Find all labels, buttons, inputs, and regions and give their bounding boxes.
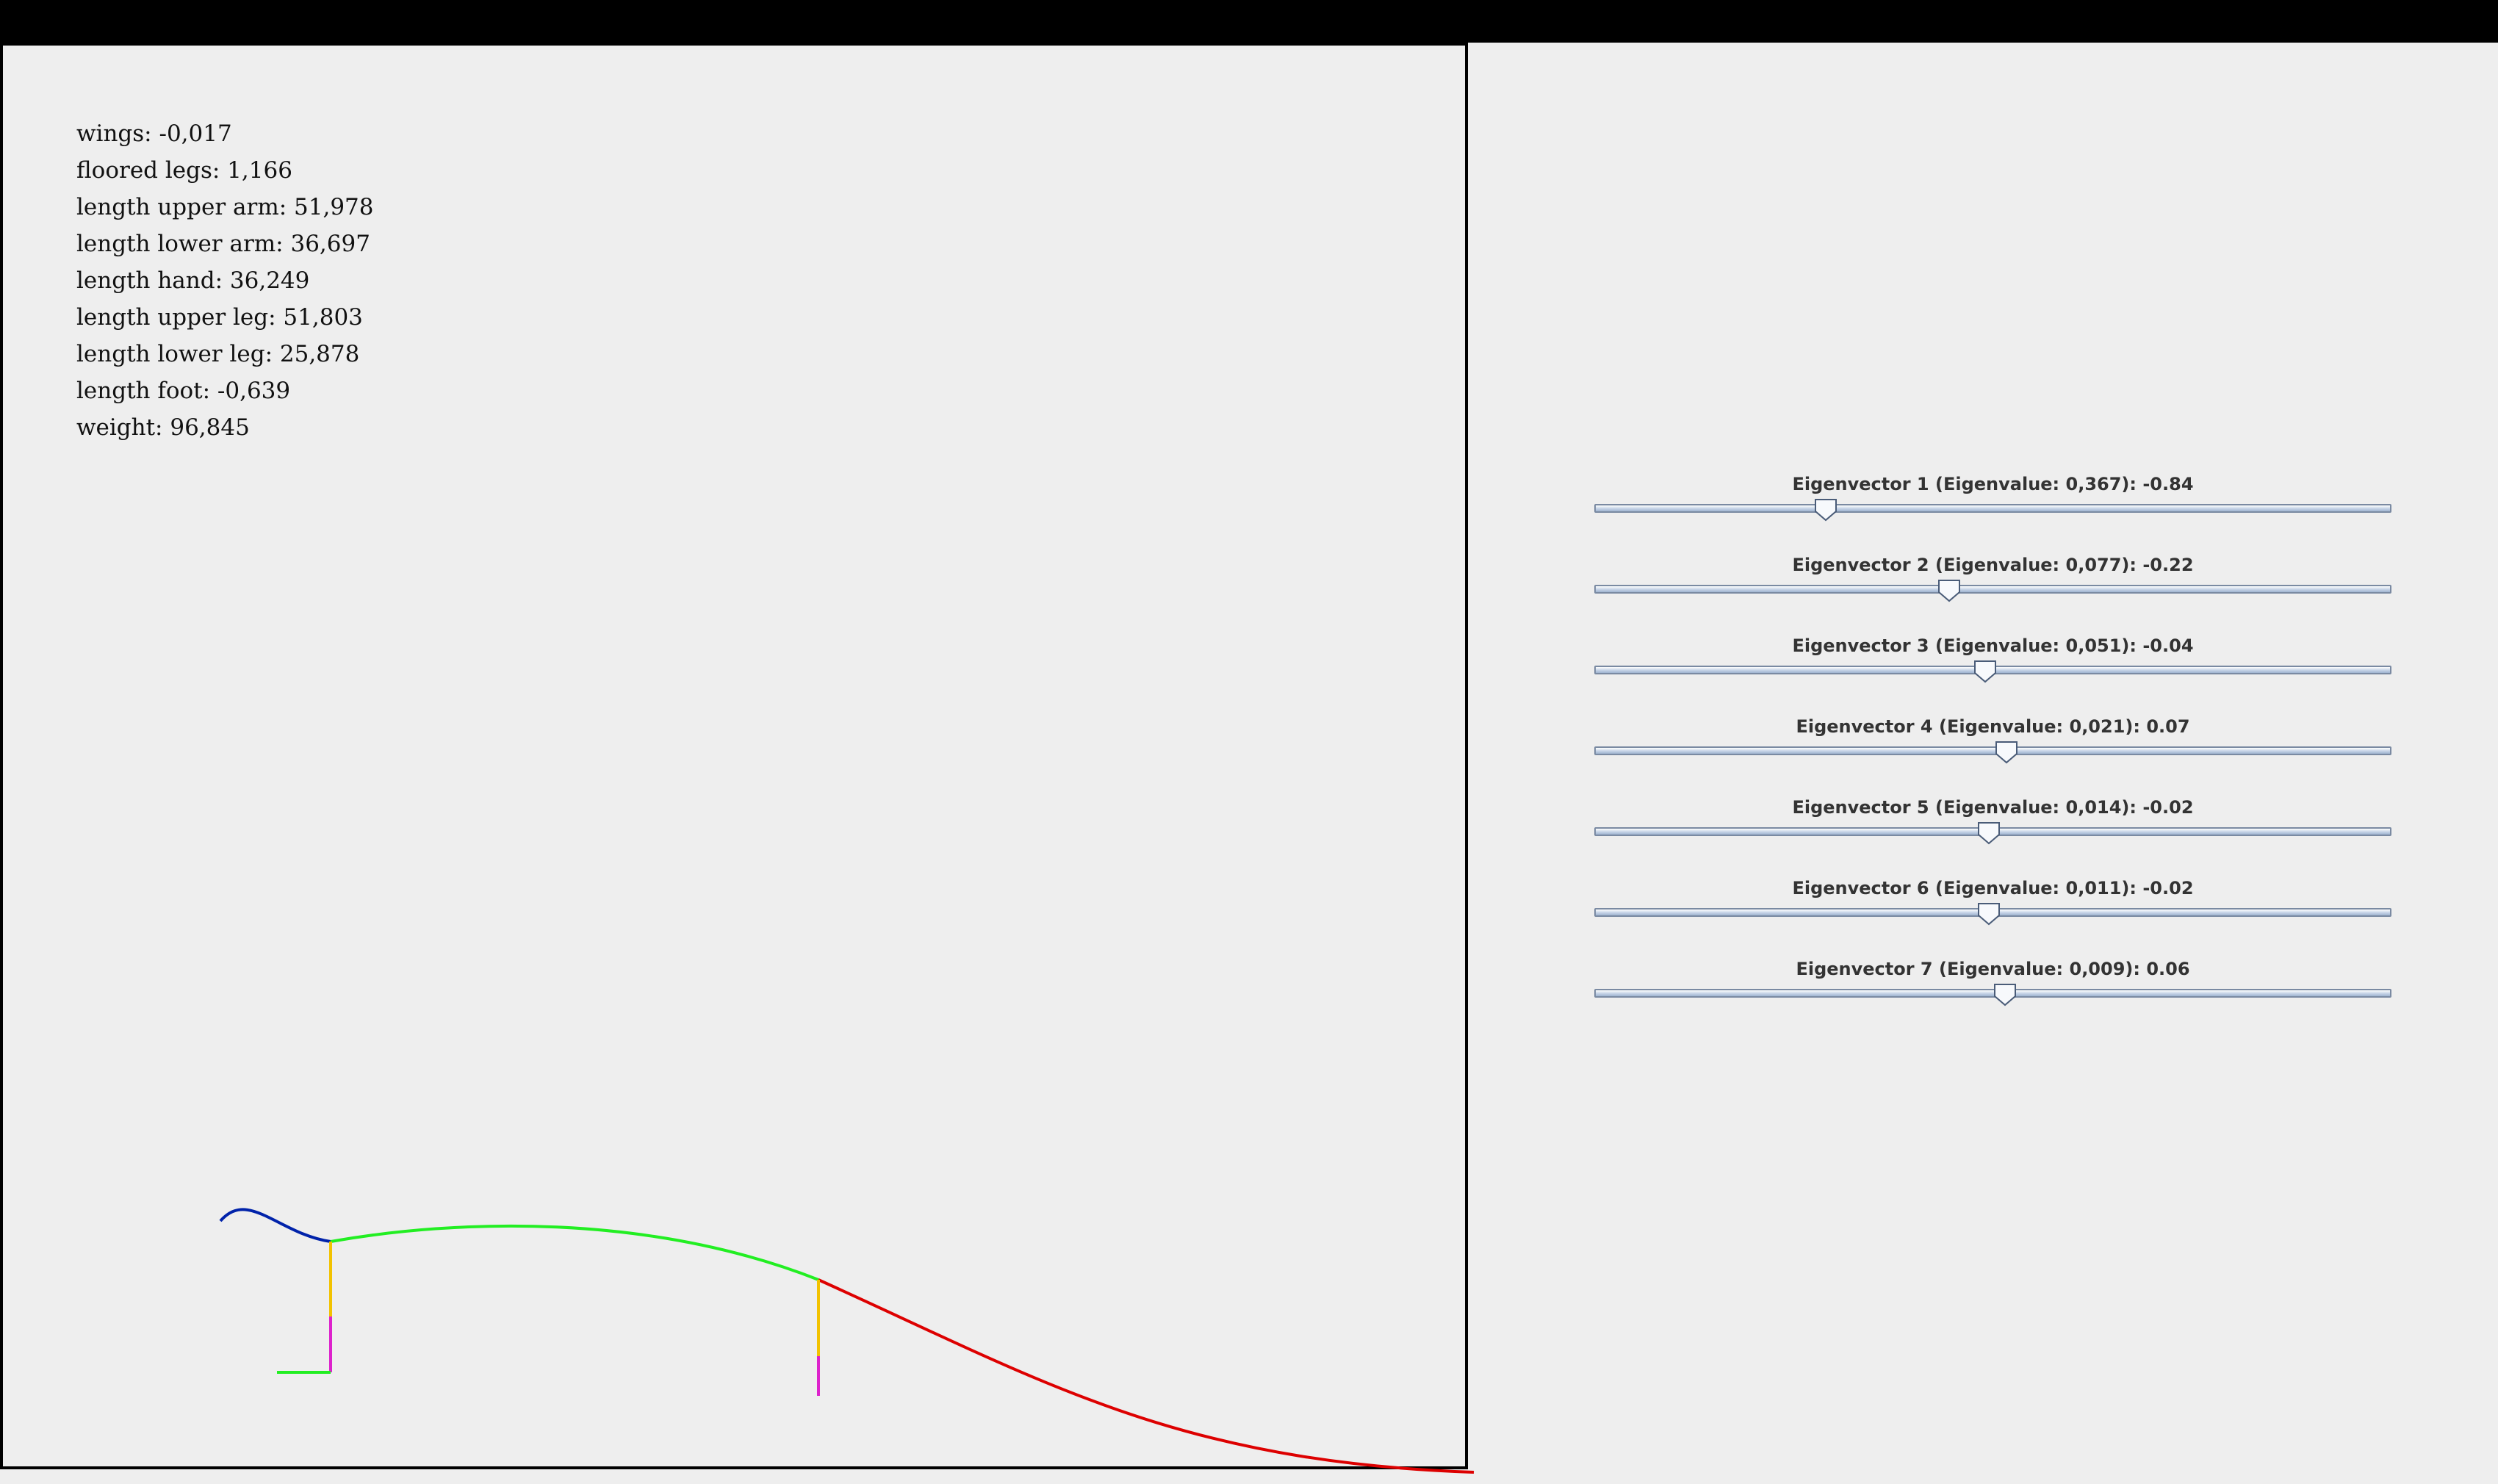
slider-track[interactable] [1594,504,2391,513]
slider-label: Eigenvector 4 (Eigenvalue: 0,021): 0.07 [1796,716,2190,737]
slider-row-eigenvector-6: Eigenvector 6 (Eigenvalue: 0,011): -0.02 [1594,877,2391,958]
stat-floored-legs: floored legs: 1,166 [76,157,292,184]
slider-row-eigenvector-5: Eigenvector 5 (Eigenvalue: 0,014): -0.02 [1594,796,2391,877]
slider-label: Eigenvector 3 (Eigenvalue: 0,051): -0.04 [1792,635,2194,656]
stat-length-foot: length foot: -0,639 [76,378,291,404]
window-title-bar [0,0,2498,43]
stat-length-lower-arm: length lower arm: 36,697 [76,231,370,257]
slider-track[interactable] [1594,585,2391,594]
stat-length-upper-leg: length upper leg: 51,803 [76,304,363,331]
eigenvector-sliders: Eigenvector 1 (Eigenvalue: 0,367): -0.84… [1594,473,2391,1039]
slider-thumb[interactable] [1977,821,2001,845]
stat-length-hand: length hand: 36,249 [76,267,310,294]
slider-thumb[interactable] [1814,498,1837,522]
slider-thumb[interactable] [1977,902,2001,926]
slider-thumb[interactable] [1995,741,2018,764]
slider-thumb[interactable] [1973,660,1997,683]
creature-stats: wings: -0,017 floored legs: 1,166 length… [76,118,373,448]
slider-thumb[interactable] [1937,579,1961,602]
stat-wings: wings: -0,017 [76,120,232,147]
slider-row-eigenvector-7: Eigenvector 7 (Eigenvalue: 0,009): 0.06 [1594,958,2391,1039]
slider-row-eigenvector-2: Eigenvector 2 (Eigenvalue: 0,077): -0.22 [1594,554,2391,635]
stat-length-upper-arm: length upper arm: 51,978 [76,194,374,220]
slider-label: Eigenvector 6 (Eigenvalue: 0,011): -0.02 [1792,878,2194,898]
stat-length-lower-leg: length lower leg: 25,878 [76,341,360,367]
stat-weight: weight: 96,845 [76,414,250,441]
slider-thumb[interactable] [1993,983,2017,1006]
slider-label: Eigenvector 1 (Eigenvalue: 0,367): -0.84 [1792,474,2194,494]
slider-row-eigenvector-4: Eigenvector 4 (Eigenvalue: 0,021): 0.07 [1594,716,2391,796]
slider-label: Eigenvector 2 (Eigenvalue: 0,077): -0.22 [1792,555,2194,575]
slider-label: Eigenvector 5 (Eigenvalue: 0,014): -0.02 [1792,797,2194,818]
slider-row-eigenvector-3: Eigenvector 3 (Eigenvalue: 0,051): -0.04 [1594,635,2391,716]
slider-track[interactable] [1594,746,2391,755]
slider-row-eigenvector-1: Eigenvector 1 (Eigenvalue: 0,367): -0.84 [1594,473,2391,554]
creature-canvas: wings: -0,017 floored legs: 1,166 length… [0,43,1468,1469]
slider-label: Eigenvector 7 (Eigenvalue: 0,009): 0.06 [1796,959,2190,979]
